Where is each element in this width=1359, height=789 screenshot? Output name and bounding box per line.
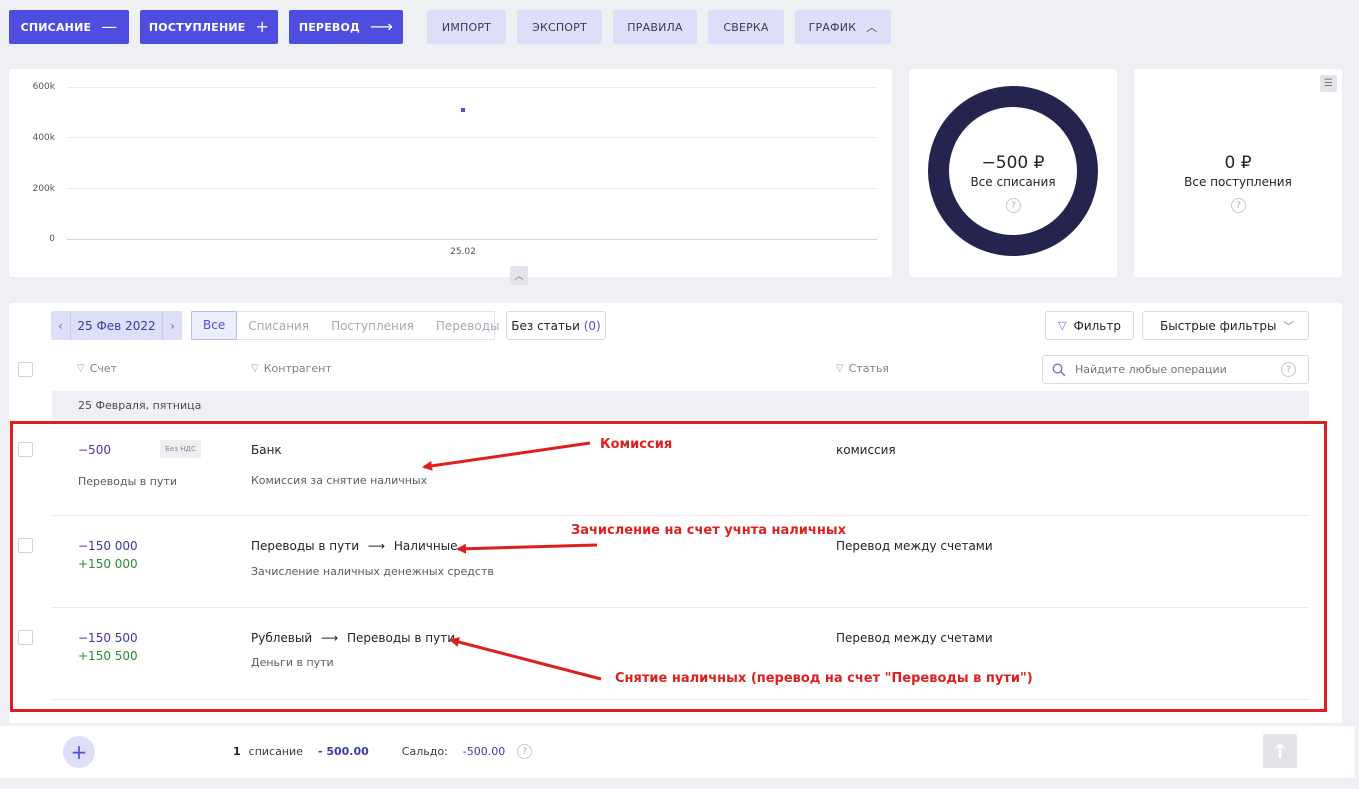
operations-count-label: списание	[248, 745, 303, 758]
plus-icon: +	[70, 740, 88, 764]
arrow-commission	[422, 441, 591, 471]
operations-count: 1	[233, 745, 241, 758]
arrow-up-icon: ↑	[1271, 739, 1289, 763]
help-icon[interactable]: ?	[517, 744, 533, 759]
balance-label: Сальдо:	[401, 745, 448, 758]
annotation-commission: Комиссия	[600, 437, 673, 452]
balance-value: -500.00	[462, 745, 506, 758]
scroll-to-top-button[interactable]: ↑	[1263, 734, 1297, 768]
arrow-cash-deposit	[456, 543, 598, 554]
arrow-cash-withdrawal	[449, 637, 602, 681]
summary-bar: + 1 списание - 500.00 Сальдо: -500.00 ? …	[0, 726, 1355, 778]
add-operation-button[interactable]: +	[63, 736, 95, 768]
footer-stats: 1 списание - 500.00 Сальдо: -500.00 ?	[233, 744, 533, 759]
annotation-cash-withdrawal: Снятие наличных (перевод на счет "Перево…	[615, 671, 1033, 686]
annotation-cash-deposit: Зачисление на счет учнта наличных	[571, 523, 846, 538]
operations-sum: - 500.00	[317, 745, 369, 758]
